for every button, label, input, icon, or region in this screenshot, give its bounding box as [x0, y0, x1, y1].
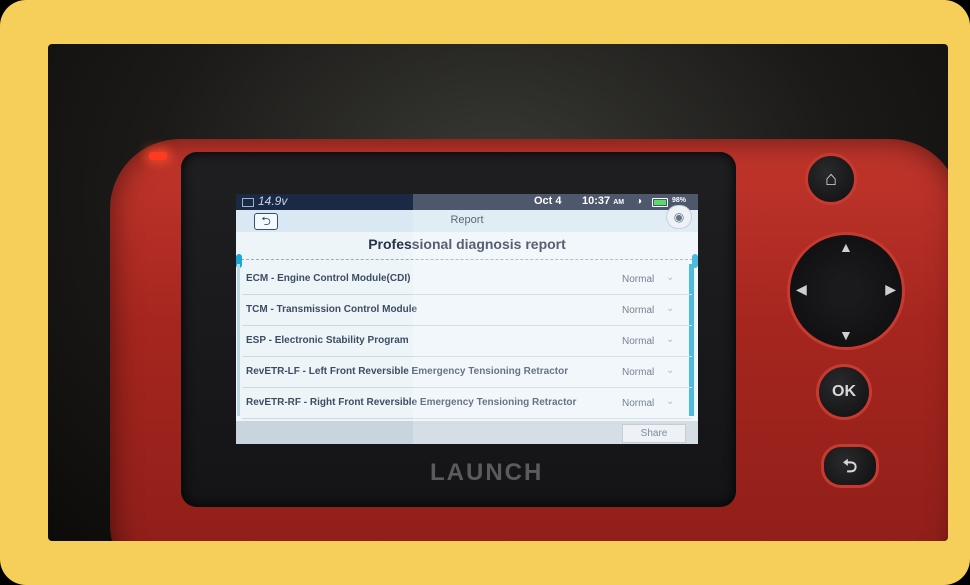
report-header: Professional diagnosis report: [236, 232, 698, 260]
chevron-down-icon[interactable]: ⌄: [666, 365, 674, 376]
list-item[interactable]: ECM - Engine Control Module(CDI) Normal …: [242, 264, 692, 295]
system-status: Normal: [622, 305, 655, 316]
return-button[interactable]: ⮌: [821, 444, 879, 488]
system-name: ESP - Electronic Stability Program: [246, 335, 409, 346]
list-item[interactable]: TCM - Transmission Control Module Normal…: [242, 295, 692, 326]
footer-bar: Share: [236, 421, 698, 444]
wifi-icon: ◑: [636, 196, 643, 207]
voltage-readout: 14.9v: [258, 194, 288, 208]
return-icon: ⮌: [842, 456, 858, 476]
chevron-down-icon[interactable]: ⌄: [666, 303, 674, 314]
home-button[interactable]: ⌂: [805, 153, 857, 205]
system-name: TCM - Transmission Control Module: [246, 304, 418, 315]
list-item[interactable]: RevETR-RF - Right Front Reversible Emerg…: [242, 388, 692, 419]
dpad-center: [830, 275, 862, 307]
status-date: Oct 4: [534, 195, 562, 207]
title-bar: ⮌ Report: [236, 210, 698, 232]
photo-background: LAUNCH 14.9v Oct 4 10:37 AM ◑ 98% ⮌ Repo…: [48, 44, 948, 541]
list-item[interactable]: ESP - Electronic Stability Program Norma…: [242, 326, 692, 357]
arrow-up-icon[interactable]: ▲: [839, 239, 853, 255]
list-left-edge: [237, 264, 240, 416]
share-button[interactable]: Share: [622, 424, 686, 443]
system-name: RevETR-LF - Left Front Reversible Emerge…: [246, 366, 569, 377]
battery-percent: 98%: [672, 197, 687, 204]
chevron-down-icon[interactable]: ⌄: [666, 334, 674, 345]
chevron-down-icon[interactable]: ⌄: [666, 272, 674, 283]
system-status: Normal: [622, 398, 655, 409]
list-item[interactable]: RevETR-LF - Left Front Reversible Emerge…: [242, 357, 692, 388]
arrow-left-icon[interactable]: ◀: [796, 281, 807, 298]
system-name: RevETR-RF - Right Front Reversible Emerg…: [246, 397, 577, 408]
chevron-down-icon[interactable]: ⌄: [666, 396, 674, 407]
battery-icon: [652, 198, 668, 207]
system-status: Normal: [622, 274, 655, 285]
car-battery-icon: [242, 198, 254, 207]
status-time: 10:37 AM: [582, 195, 625, 207]
system-status: Normal: [622, 336, 655, 347]
direction-pad[interactable]: ▲ ▼ ◀ ▶: [787, 232, 905, 350]
system-name: ECM - Engine Control Module(CDI): [246, 273, 411, 284]
system-list: ECM - Engine Control Module(CDI) Normal …: [242, 264, 692, 419]
brand-label: LAUNCH: [430, 459, 544, 486]
page-title: Report: [450, 214, 484, 226]
power-led: [149, 152, 167, 160]
ok-button[interactable]: OK: [816, 364, 872, 420]
camera-icon: ◉: [673, 210, 685, 224]
arrow-right-icon[interactable]: ▶: [885, 281, 896, 298]
arrow-down-icon[interactable]: ▼: [839, 327, 853, 343]
report-heading: Professional diagnosis report: [368, 236, 566, 252]
home-icon: ⌂: [824, 168, 838, 190]
device-screen: 14.9v Oct 4 10:37 AM ◑ 98% ⮌ Report ◉ Pr…: [236, 194, 698, 444]
status-bar: 14.9v Oct 4 10:37 AM ◑ 98%: [236, 194, 698, 210]
system-status: Normal: [622, 367, 655, 378]
screenshot-button[interactable]: ◉: [666, 205, 692, 229]
